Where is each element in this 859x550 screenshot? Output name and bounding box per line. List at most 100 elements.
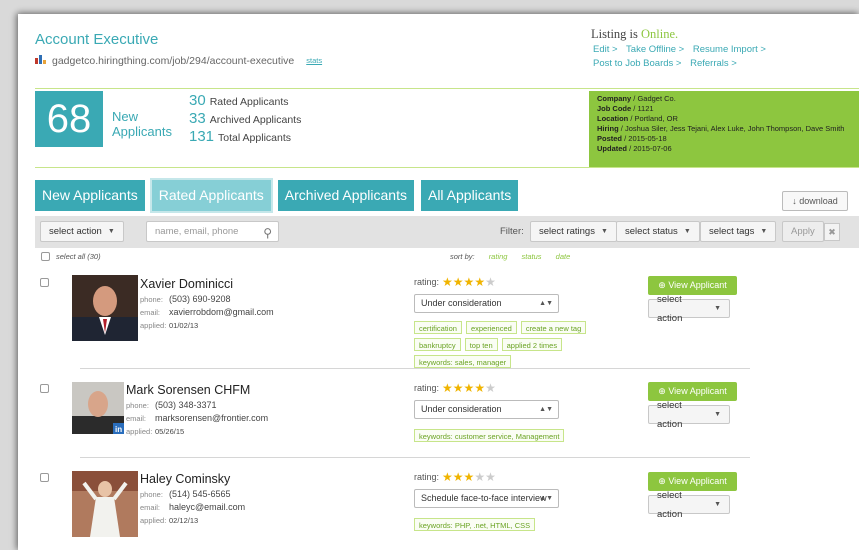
- caret-down-icon: ▼: [714, 411, 721, 418]
- tab-all-applicants[interactable]: All Applicants: [420, 180, 519, 211]
- new-label[interactable]: New Applicants: [112, 109, 172, 139]
- resume-import-link[interactable]: Resume Import >: [693, 44, 766, 55]
- applicant-name[interactable]: Haley Cominsky: [140, 472, 230, 486]
- job-url[interactable]: gadgetco.hiringthing.com/job/294/account…: [52, 55, 294, 67]
- applicant-tabs: New Applicants Rated Applicants Archived…: [35, 180, 525, 211]
- apply-button[interactable]: Apply: [782, 221, 824, 242]
- star-rating[interactable]: ★★★★★: [442, 382, 496, 394]
- tag[interactable]: keywords: PHP, .net, HTML, CSS: [414, 518, 536, 531]
- tag[interactable]: bankruptcy: [414, 338, 461, 351]
- applicant-rating[interactable]: rating: ★★★★★: [414, 382, 496, 394]
- sort-date-link[interactable]: date: [556, 252, 571, 261]
- job-url-row: gadgetco.hiringthing.com/job/294/account…: [35, 54, 322, 67]
- applicant-checkbox[interactable]: [40, 473, 49, 482]
- tab-new-applicants[interactable]: New Applicants: [35, 180, 145, 211]
- download-button[interactable]: ↓ download: [782, 191, 848, 211]
- clear-filter-icon[interactable]: ✖: [824, 223, 840, 241]
- tag[interactable]: applied 2 times: [501, 338, 563, 351]
- applicant-select-action[interactable]: select action ▼: [648, 294, 730, 324]
- take-offline-link[interactable]: Take Offline >: [626, 44, 684, 55]
- applicant-contact: phone: (514) 545-6565 email: haleyc@email.…: [140, 489, 246, 525]
- star-icon[interactable]: ★: [485, 275, 496, 289]
- star-icon[interactable]: ★: [474, 275, 485, 289]
- referrals-link[interactable]: Referrals >: [690, 58, 737, 69]
- row-divider: [80, 457, 750, 458]
- select-arrows-icon: ▲▼: [539, 406, 553, 413]
- listing-links-2: Post to Job Boards > Referrals >: [593, 58, 743, 69]
- listing-prefix: Listing is: [591, 27, 638, 41]
- job-panel: Account Executive gadgetco.hiringthing.c…: [18, 14, 859, 550]
- applicant-name[interactable]: Mark Sorensen CHFM: [126, 383, 250, 397]
- applicant-select-action[interactable]: select action ▼: [648, 400, 730, 430]
- tag[interactable]: create a new tag: [520, 321, 587, 334]
- status-select[interactable]: Schedule face-to-face interview ▲▼: [414, 489, 559, 508]
- caret-down-icon: ▼: [714, 305, 721, 312]
- tag[interactable]: experienced: [465, 321, 517, 334]
- rated-count-row[interactable]: 30 Rated Applicants: [189, 92, 301, 110]
- sort-rating-link[interactable]: rating: [489, 252, 508, 261]
- star-icon[interactable]: ★: [464, 470, 475, 484]
- post-job-boards-link[interactable]: Post to Job Boards >: [593, 58, 681, 69]
- star-icon[interactable]: ★: [453, 470, 464, 484]
- applicant-rating[interactable]: rating: ★★★★★: [414, 276, 496, 288]
- select-ratings-dropdown[interactable]: select ratings ▼: [530, 221, 617, 242]
- sort-status-link[interactable]: status: [522, 252, 542, 261]
- tag[interactable]: keywords: sales, manager: [414, 355, 512, 368]
- star-icon[interactable]: ★: [474, 381, 485, 395]
- applicant-photo[interactable]: [72, 471, 138, 537]
- star-icon[interactable]: ★: [453, 381, 464, 395]
- applicant-select-action[interactable]: select action ▼: [648, 490, 730, 520]
- star-rating[interactable]: ★★★★★: [442, 471, 496, 483]
- new-count[interactable]: 68: [35, 91, 103, 147]
- select-status-dropdown[interactable]: select status ▼: [616, 221, 700, 242]
- applicant-photo[interactable]: [72, 275, 138, 341]
- star-icon[interactable]: ★: [442, 275, 453, 289]
- status-select[interactable]: Under consideration ▲▼: [414, 400, 559, 419]
- archived-count-row[interactable]: 33 Archived Applicants: [189, 110, 301, 128]
- applicant-checkbox[interactable]: [40, 384, 49, 393]
- applicant-name[interactable]: Xavier Dominicci: [140, 277, 233, 291]
- listing-online: Online.: [641, 27, 679, 41]
- search-icon[interactable]: ⚲: [263, 224, 272, 243]
- select-arrows-icon: ▲▼: [539, 300, 553, 307]
- status-select[interactable]: Under consideration ▲▼: [414, 294, 559, 313]
- applicant-checkbox[interactable]: [40, 278, 49, 287]
- tab-archived-applicants[interactable]: Archived Applicants: [277, 180, 414, 211]
- star-icon[interactable]: ★: [485, 470, 496, 484]
- company-info: Company / Gadget Co. Job Code / 1121 Loc…: [589, 91, 859, 167]
- svg-text:in: in: [115, 425, 122, 434]
- caret-down-icon: ▼: [107, 228, 115, 235]
- star-icon[interactable]: ★: [464, 381, 475, 395]
- applicant-rating[interactable]: rating: ★★★★★: [414, 471, 496, 483]
- applicant-contact: phone: (503) 690-9208 email: xavierrobdom@…: [140, 294, 274, 330]
- job-title[interactable]: Account Executive: [35, 31, 158, 48]
- zoom-icon: ⊕: [658, 280, 666, 290]
- applicant-photo[interactable]: in: [72, 382, 124, 434]
- tag[interactable]: top ten: [464, 338, 498, 351]
- star-icon[interactable]: ★: [485, 381, 496, 395]
- stats-link[interactable]: stats: [306, 56, 322, 65]
- caret-down-icon: ▼: [600, 228, 608, 235]
- select-tags-dropdown[interactable]: select tags ▼: [700, 221, 777, 242]
- filter-label: Filter:: [500, 226, 524, 237]
- star-icon[interactable]: ★: [453, 275, 464, 289]
- tab-rated-applicants[interactable]: Rated Applicants: [151, 180, 271, 211]
- edit-link[interactable]: Edit >: [593, 44, 618, 55]
- select-all[interactable]: select all (30): [41, 252, 101, 261]
- tag[interactable]: certification: [414, 321, 462, 334]
- sort-by: sort by: rating status date: [450, 252, 571, 261]
- bulk-select-action[interactable]: select action ▼: [40, 221, 124, 242]
- star-icon[interactable]: ★: [442, 470, 453, 484]
- star-icon[interactable]: ★: [474, 470, 485, 484]
- select-all-checkbox[interactable]: [41, 252, 50, 261]
- select-arrows-icon: ▲▼: [539, 495, 553, 502]
- zoom-icon: ⊕: [658, 476, 666, 486]
- tag[interactable]: keywords: customer service, Management: [414, 429, 565, 442]
- search-input[interactable]: name, email, phone ⚲: [146, 221, 279, 242]
- star-icon[interactable]: ★: [442, 381, 453, 395]
- star-icon[interactable]: ★: [464, 275, 475, 289]
- star-rating[interactable]: ★★★★★: [442, 276, 496, 288]
- applicant-tags: certification experienced create a new t…: [414, 321, 614, 368]
- listing-links-1: Edit > Take Offline > Resume Import >: [593, 44, 772, 55]
- total-count-row[interactable]: 131 Total Applicants: [189, 128, 301, 146]
